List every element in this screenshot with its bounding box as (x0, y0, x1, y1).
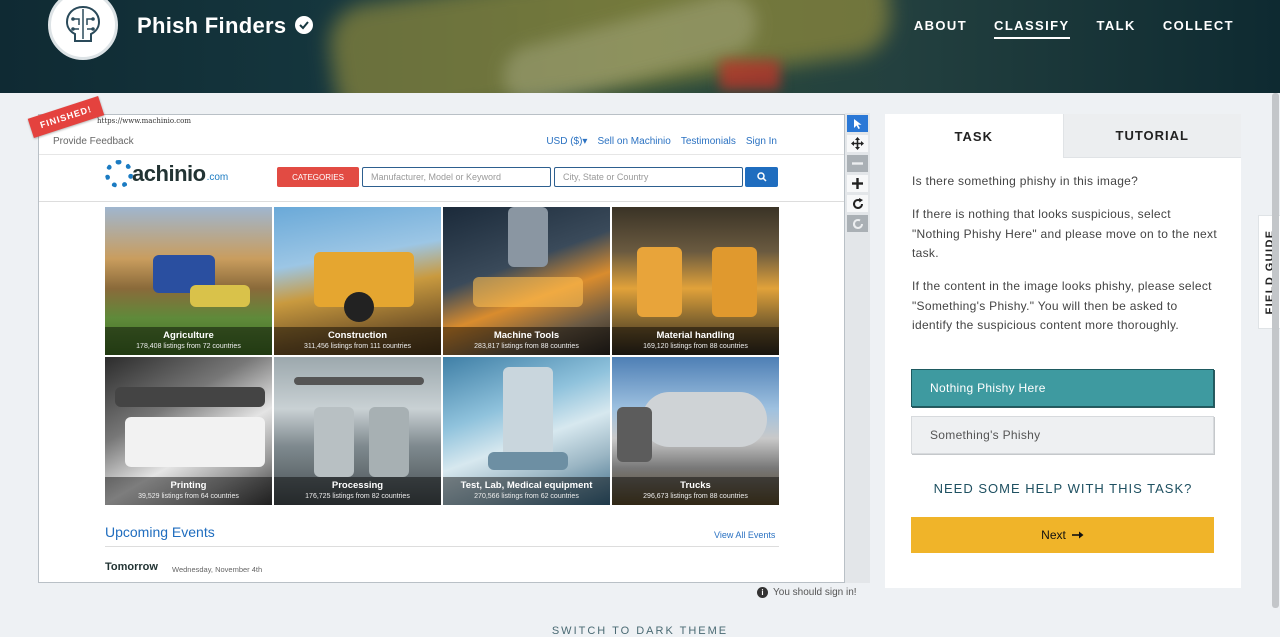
category-tile-lab-equipment: Test, Lab, Medical equipment 270,566 list… (443, 357, 610, 505)
task-panel: TASK TUTORIAL Is there something phishy … (885, 114, 1241, 588)
project-title[interactable]: Phish Finders (137, 13, 286, 39)
tile-subtitle: 169,120 listings from 88 countries (643, 343, 748, 350)
tile-subtitle: 178,408 listings from 72 countries (136, 343, 241, 350)
view-all-events-link: View All Events (714, 530, 776, 540)
search-button (745, 167, 778, 187)
testimonials-link: Testimonials (680, 136, 736, 147)
tile-title: Test, Lab, Medical equipment (460, 480, 593, 491)
tile-title: Printing (170, 480, 207, 491)
circuit-brain-icon (65, 5, 101, 42)
next-button-label: Next (1041, 528, 1066, 542)
tile-subtitle: 270,566 listings from 62 countries (474, 493, 579, 500)
nav-classify[interactable]: CLASSIFY (994, 18, 1070, 39)
category-grid: Agriculture 178,408 listings from 72 coun… (105, 207, 779, 506)
location-search-field: City, State or Country (554, 167, 743, 187)
image-toolbar (845, 113, 870, 583)
task-question: Is there something phishy in this image? (912, 174, 1139, 188)
categories-button: CATEGORIES (277, 167, 359, 187)
site-divider (39, 201, 844, 202)
tile-subtitle: 176,725 listings from 82 countries (305, 493, 410, 500)
tile-subtitle: 39,529 listings from 64 countries (138, 493, 239, 500)
task-tabs: TASK TUTORIAL (885, 114, 1241, 158)
task-instruction-2: If the content in the image looks phishy… (912, 279, 1212, 332)
machinio-logo-tld: .com (206, 171, 229, 183)
sign-in-link: Sign In (745, 136, 777, 147)
reset-icon[interactable] (847, 215, 868, 232)
task-instruction-1: If there is nothing that looks suspiciou… (912, 207, 1217, 260)
gear-icon (105, 160, 133, 188)
event-date: Wednesday, November 4th (172, 565, 263, 574)
tile-subtitle: 296,673 listings from 88 countries (643, 493, 748, 500)
zoom-out-icon[interactable] (847, 155, 868, 172)
tile-title: Agriculture (163, 330, 214, 341)
info-icon: i (757, 587, 768, 598)
category-tile-processing: Processing 176,725 listings from 82 count… (274, 357, 441, 505)
currency-selector: USD ($)▾ (546, 136, 588, 147)
header-background-art (720, 60, 780, 90)
machinio-logo: machinio .com (105, 160, 228, 188)
tile-subtitle: 311,456 listings from 111 countries (303, 343, 411, 350)
screenshot-url: https://www.machinio.com (97, 117, 191, 125)
category-tile-trucks: Trucks 296,673 listings from 88 countries (612, 357, 779, 505)
task-help-link[interactable]: NEED SOME HELP WITH THIS TASK? (885, 481, 1241, 496)
answer-somethings-phishy[interactable]: Something's Phishy (911, 416, 1214, 454)
site-utility-bar: Provide Feedback USD ($)▾ Sell on Machin… (39, 129, 844, 155)
zoom-in-icon[interactable] (847, 175, 868, 192)
verified-check-icon (295, 16, 313, 34)
subject-viewer[interactable]: https://www.machinio.com Provide Feedbac… (38, 114, 845, 583)
sign-in-notice: i You should sign in! (757, 587, 857, 598)
page-scrollbar[interactable] (1272, 93, 1279, 608)
search-icon (756, 172, 767, 182)
tile-title: Machine Tools (493, 330, 560, 341)
rotate-icon[interactable] (847, 195, 868, 212)
tab-tutorial[interactable]: TUTORIAL (1062, 114, 1241, 158)
nav-about[interactable]: ABOUT (914, 18, 967, 39)
category-tile-machine-tools: Machine Tools 283,817 listings from 88 co… (443, 207, 610, 355)
project-logo[interactable] (48, 0, 118, 60)
site-header: Phish Finders ABOUT CLASSIFY TALK COLLEC… (0, 0, 1280, 93)
category-tile-agriculture: Agriculture 178,408 listings from 72 coun… (105, 207, 272, 355)
nav-talk[interactable]: TALK (1097, 18, 1136, 39)
category-tile-printing: Printing 39,529 listings from 64 countrie… (105, 357, 272, 505)
next-button[interactable]: Next (911, 517, 1214, 553)
pointer-icon[interactable] (847, 115, 868, 132)
upcoming-events-title: Upcoming Events (105, 524, 215, 540)
sign-in-notice-text: You should sign in! (773, 587, 857, 598)
provide-feedback-link: Provide Feedback (53, 136, 134, 147)
switch-dark-theme-link[interactable]: SWITCH TO DARK THEME (0, 625, 1280, 637)
event-day-label: Tomorrow (105, 561, 158, 573)
tile-title: Processing (331, 480, 384, 491)
move-icon[interactable] (847, 135, 868, 152)
tile-title: Material handling (656, 330, 735, 341)
tile-title: Construction (327, 330, 388, 341)
category-tile-material-handling: Material handling 169,120 listings from 8… (612, 207, 779, 355)
site-util-links: USD ($)▾ Sell on Machinio Testimonials S… (546, 136, 777, 147)
tile-subtitle: 283,817 listings from 88 countries (474, 343, 579, 350)
nav-collect[interactable]: COLLECT (1163, 18, 1234, 39)
sell-link: Sell on Machinio (597, 136, 671, 147)
events-divider (105, 546, 779, 547)
keyword-search-field: Manufacturer, Model or Keyword (362, 167, 551, 187)
tile-title: Trucks (680, 480, 711, 491)
arrow-right-icon (1071, 531, 1084, 539)
answer-nothing-phishy[interactable]: Nothing Phishy Here (911, 369, 1214, 407)
main-nav: ABOUT CLASSIFY TALK COLLECT (914, 18, 1234, 39)
category-tile-construction: Construction 311,456 listings from 111 co… (274, 207, 441, 355)
tab-task[interactable]: TASK (885, 114, 1063, 158)
